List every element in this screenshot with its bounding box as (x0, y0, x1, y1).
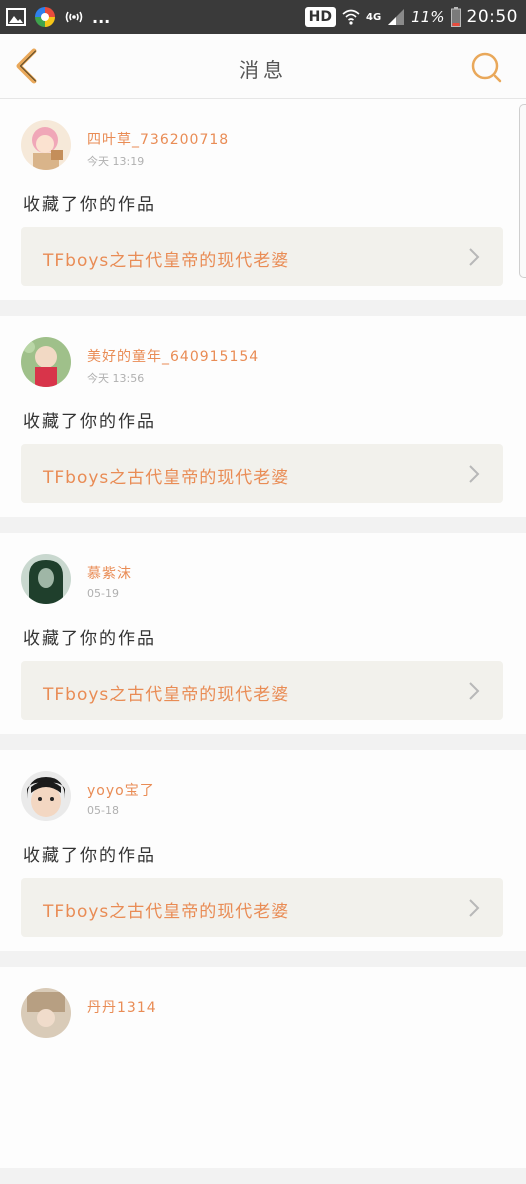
avatar[interactable] (21, 337, 71, 387)
wifi-calling-icon (65, 11, 83, 23)
timestamp: 05-18 (87, 804, 119, 817)
username[interactable]: 美好的童年_640915154 (87, 346, 259, 366)
timestamp: 05-19 (87, 587, 119, 600)
page-title: 消息 (239, 58, 287, 82)
hd-badge: HD (304, 7, 336, 27)
username[interactable]: yoyo宝了 (87, 780, 155, 800)
timestamp: 今天 13:19 (87, 155, 145, 168)
scrollbar[interactable] (519, 104, 526, 278)
work-title: TFboys之古代皇帝的现代老婆 (43, 902, 290, 922)
color-app-icon (35, 7, 55, 27)
image-icon (6, 8, 26, 26)
search-icon[interactable] (470, 50, 504, 84)
username[interactable]: 四叶草_736200718 (87, 129, 229, 149)
battery-percent: 11% (411, 8, 445, 26)
timestamp: 今天 13:56 (87, 372, 145, 385)
work-link[interactable]: TFboys之古代皇帝的现代老婆 (21, 444, 503, 503)
avatar[interactable] (21, 771, 71, 821)
work-link[interactable]: TFboys之古代皇帝的现代老婆 (21, 878, 503, 937)
wifi-icon (342, 9, 360, 25)
action-text: 收藏了你的作品 (23, 195, 156, 215)
message-card: 丹丹1314 (0, 967, 526, 1184)
signal-icon (388, 9, 405, 25)
action-text: 收藏了你的作品 (23, 412, 156, 432)
chevron-right-icon (469, 899, 480, 917)
username[interactable]: 慕紫沫 (87, 563, 132, 583)
message-card: 慕紫沫 05-19 收藏了你的作品 TFboys之古代皇帝的现代老婆 (0, 533, 526, 750)
avatar[interactable] (21, 554, 71, 604)
work-title: TFboys之古代皇帝的现代老婆 (43, 685, 290, 705)
avatar[interactable] (21, 120, 71, 170)
username[interactable]: 丹丹1314 (87, 997, 157, 1017)
chevron-right-icon (469, 682, 480, 700)
chevron-right-icon (469, 248, 480, 266)
work-title: TFboys之古代皇帝的现代老婆 (43, 251, 290, 271)
message-card: 四叶草_736200718 今天 13:19 收藏了你的作品 TFboys之古代… (0, 99, 526, 316)
avatar[interactable] (21, 988, 71, 1038)
chevron-right-icon (469, 465, 480, 483)
message-card: 美好的童年_640915154 今天 13:56 收藏了你的作品 TFboys之… (0, 316, 526, 533)
battery-icon (450, 7, 461, 27)
message-card: yoyo宝了 05-18 收藏了你的作品 TFboys之古代皇帝的现代老婆 (0, 750, 526, 967)
status-bar: ... HD 4G 11% 20:50 (0, 0, 526, 34)
network-type: 4G (365, 11, 382, 23)
nav-bar: 消息 (0, 34, 526, 99)
status-left: ... (6, 5, 110, 29)
more-notifications: ... (92, 7, 111, 27)
action-text: 收藏了你的作品 (23, 846, 156, 866)
work-link[interactable]: TFboys之古代皇帝的现代老婆 (21, 227, 503, 286)
clock: 20:50 (466, 7, 518, 27)
work-title: TFboys之古代皇帝的现代老婆 (43, 468, 290, 488)
work-link[interactable]: TFboys之古代皇帝的现代老婆 (21, 661, 503, 720)
action-text: 收藏了你的作品 (23, 629, 156, 649)
status-right: HD 4G 11% 20:50 (304, 5, 518, 29)
message-list[interactable]: 四叶草_736200718 今天 13:19 收藏了你的作品 TFboys之古代… (0, 99, 526, 1184)
